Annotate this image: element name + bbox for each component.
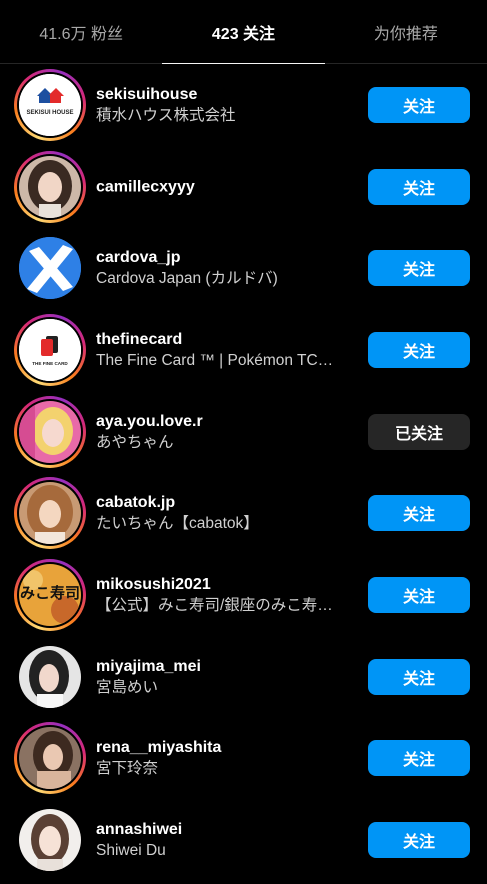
list-item: camillecxyyy 关注 <box>0 146 487 228</box>
avatar[interactable] <box>14 150 86 223</box>
profile-photo-icon <box>19 727 81 790</box>
avatar[interactable] <box>14 232 86 304</box>
list-item: みこ寿司 mikosushi2021 【公式】みこ寿司/銀座のみこ寿… 关注 <box>0 554 487 636</box>
svg-text:THE FINE CARD: THE FINE CARD <box>32 361 68 366</box>
display-name: Shiwei Du <box>96 842 166 860</box>
svg-text:みこ寿司: みこ寿司 <box>20 584 80 602</box>
avatar[interactable] <box>14 804 86 876</box>
list-item: miyajima_mei 宮島めい 关注 <box>0 636 487 718</box>
tab-following[interactable]: 423 关注 <box>162 0 325 64</box>
avatar[interactable]: THE FINE CARD <box>14 313 86 386</box>
avatar[interactable]: SEKISUI HOUSE <box>14 68 86 141</box>
profile-photo-icon <box>19 809 81 872</box>
following-button[interactable]: 已关注 <box>368 413 470 450</box>
profile-photo-icon <box>19 482 81 545</box>
profile-photo-icon <box>19 645 81 708</box>
tab-followers[interactable]: 41.6万 粉丝 <box>0 0 162 63</box>
follow-button[interactable]: 关注 <box>368 168 470 205</box>
display-name: The Fine Card ™ | Pokémon TC… <box>96 351 334 369</box>
follow-button[interactable]: 关注 <box>368 740 470 777</box>
avatar[interactable] <box>14 641 86 713</box>
tab-suggested[interactable]: 为你推荐 <box>325 0 487 63</box>
username[interactable]: cabatok.jp <box>96 492 344 513</box>
profile-photo-icon <box>19 400 81 463</box>
display-name: 宮島めい <box>96 678 159 696</box>
svg-text:SEKISUI HOUSE: SEKISUI HOUSE <box>26 110 73 116</box>
username[interactable]: sekisuihouse <box>96 84 344 105</box>
list-item: SEKISUI HOUSE sekisuihouse 積水ハウス株式会社 关注 <box>0 64 487 146</box>
display-name: あやちゃん <box>96 433 174 451</box>
avatar[interactable] <box>14 477 86 550</box>
follow-button[interactable]: 关注 <box>368 331 470 368</box>
display-name: 【公式】みこ寿司/銀座のみこ寿… <box>96 596 333 614</box>
avatar[interactable] <box>14 395 86 468</box>
follow-button[interactable]: 关注 <box>368 250 470 287</box>
username[interactable]: camillecxyyy <box>96 176 344 197</box>
avatar[interactable] <box>14 722 86 795</box>
username[interactable]: annashiwei <box>96 819 344 840</box>
avatar[interactable]: みこ寿司 <box>14 558 86 631</box>
username[interactable]: aya.you.love.r <box>96 411 344 432</box>
following-list: SEKISUI HOUSE sekisuihouse 積水ハウス株式会社 关注 … <box>0 64 487 881</box>
list-item: annashiwei Shiwei Du 关注 <box>0 799 487 881</box>
profile-photo-icon <box>19 155 81 218</box>
username[interactable]: thefinecard <box>96 329 344 350</box>
follow-button[interactable]: 关注 <box>368 495 470 532</box>
follow-button[interactable]: 关注 <box>368 822 470 859</box>
display-name: たいちゃん【cabatok】 <box>96 515 259 533</box>
username[interactable]: cardova_jp <box>96 247 344 268</box>
follow-button[interactable]: 关注 <box>368 86 470 123</box>
display-name: Cardova Japan (カルドバ) <box>96 270 278 288</box>
mikosushi-logo-icon: みこ寿司 <box>19 563 81 626</box>
display-name: 宮下玲奈 <box>96 760 159 778</box>
profile-tabs: 41.6万 粉丝 423 关注 为你推荐 <box>0 0 487 64</box>
list-item: cardova_jp Cardova Japan (カルドバ) 关注 <box>0 227 487 309</box>
username[interactable]: rena__miyashita <box>96 737 344 758</box>
follow-button[interactable]: 关注 <box>368 576 470 613</box>
list-item: THE FINE CARD thefinecard The Fine Card … <box>0 309 487 391</box>
list-item: rena__miyashita 宮下玲奈 关注 <box>0 718 487 800</box>
list-item: aya.you.love.r あやちゃん 已关注 <box>0 391 487 473</box>
cardova-logo-icon <box>19 237 81 300</box>
display-name: 積水ハウス株式会社 <box>96 106 236 124</box>
username[interactable]: mikosushi2021 <box>96 574 344 595</box>
list-item: cabatok.jp たいちゃん【cabatok】 关注 <box>0 472 487 554</box>
follow-button[interactable]: 关注 <box>368 658 470 695</box>
finecard-logo-icon: THE FINE CARD <box>19 318 81 381</box>
sekisui-logo-icon: SEKISUI HOUSE <box>19 73 81 136</box>
username[interactable]: miyajima_mei <box>96 656 344 677</box>
